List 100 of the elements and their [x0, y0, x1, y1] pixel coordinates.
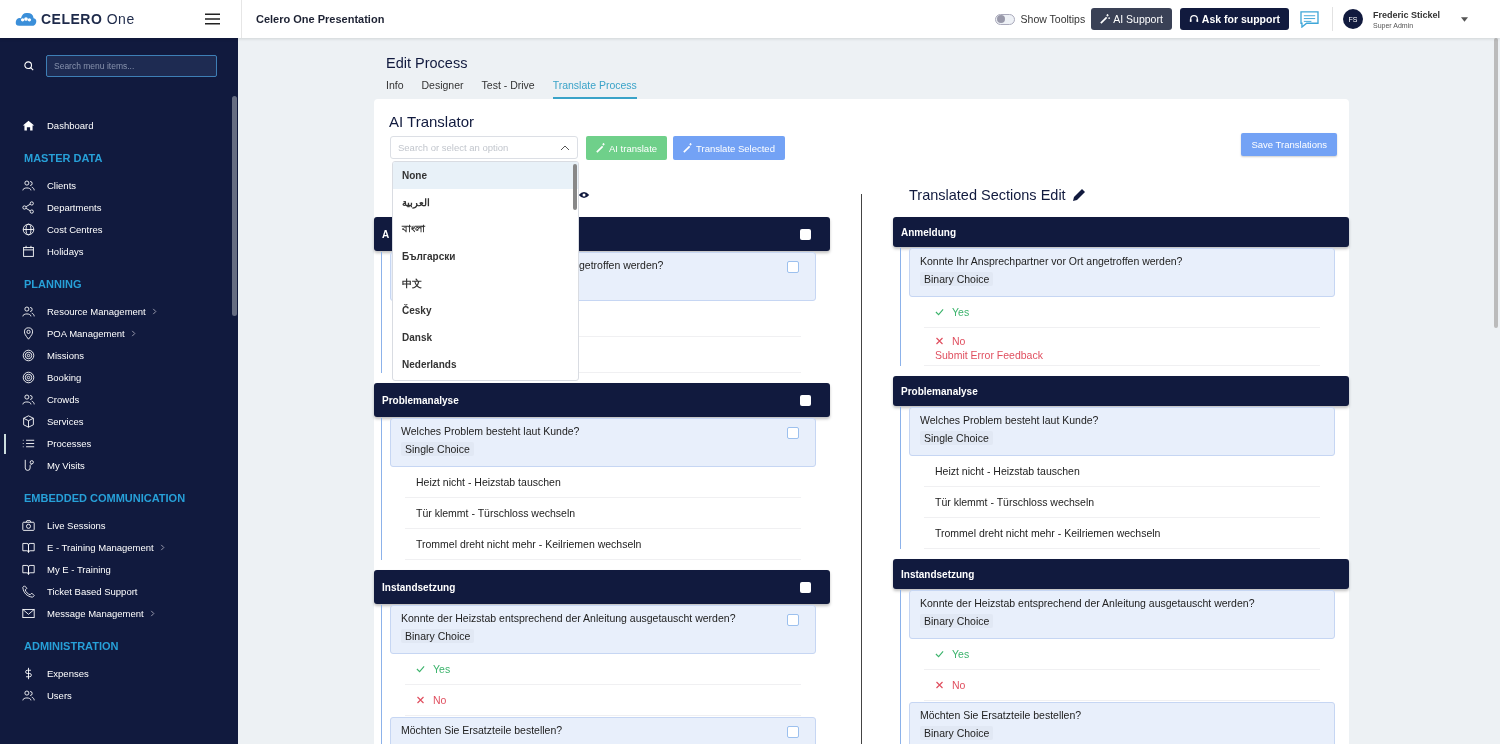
question-text: Möchten Sie Ersatzteile bestellen? [401, 724, 563, 736]
section-title: Problemanalyse [382, 394, 459, 406]
menu-search-field[interactable]: Search menu items... [46, 55, 217, 77]
error-feedback-link[interactable]: Submit Error Feedback [935, 349, 1043, 361]
chat-icon[interactable] [1300, 10, 1319, 28]
menu-item[interactable]: Booking [0, 366, 238, 388]
question-type-tag: Single Choice [401, 442, 474, 456]
language-option[interactable]: None [393, 162, 578, 189]
chevron-right-icon [130, 329, 136, 337]
box-icon [22, 414, 35, 428]
question-type-tag: Binary Choice [920, 614, 994, 628]
question-card[interactable]: Welches Problem besteht laut Kunde? Single Choice [390, 418, 816, 467]
question-card[interactable]: Welches Problem besteht laut Kunde? Single Choice [909, 407, 1335, 456]
section-header[interactable]: Problemanalyse [374, 383, 830, 417]
checkbox[interactable] [787, 427, 799, 439]
ai-support-button[interactable]: AI Support [1091, 8, 1172, 30]
calendar-icon [22, 244, 35, 258]
tab[interactable]: Test - Drive [481, 79, 535, 99]
menu-item[interactable]: Resource Management [0, 300, 238, 322]
section-header[interactable]: Anmeldung [893, 217, 1349, 247]
tooltips-toggle[interactable] [994, 13, 1015, 25]
answer-option: Yes [433, 663, 451, 675]
check-icon [935, 308, 944, 316]
menu-item[interactable]: Ticket Based Support [0, 580, 238, 602]
menu-item[interactable]: My Visits [0, 454, 238, 476]
menu-item[interactable]: Departments [0, 196, 238, 218]
section-header[interactable]: Problemanalyse [893, 376, 1349, 406]
users-icon [22, 178, 35, 192]
checkbox[interactable] [787, 614, 799, 626]
chevron-right-icon [149, 609, 155, 617]
menu-item[interactable]: Processes [0, 432, 238, 454]
menu-item[interactable]: Clients [0, 174, 238, 196]
checkbox[interactable] [800, 581, 811, 593]
answer-option: Tür klemmt - Türschloss wechseln [935, 496, 1095, 508]
dollar-icon [22, 666, 35, 680]
pin-icon [22, 326, 35, 340]
menu-item[interactable]: Missions [0, 344, 238, 366]
user-name: Frederic Stickel [1373, 9, 1442, 20]
eye-icon[interactable] [578, 190, 590, 199]
translator-title: AI Translator [389, 113, 476, 130]
menu-item[interactable]: Users [0, 684, 238, 706]
menu-item[interactable]: Message Management [0, 602, 238, 624]
menu-item[interactable]: POA Management [0, 322, 238, 344]
language-option[interactable]: Nederlands [393, 351, 578, 378]
globe-icon [22, 222, 35, 236]
caret-icon[interactable] [1461, 16, 1468, 22]
question-text: Möchten Sie Ersatzteile bestellen? [920, 709, 1082, 721]
language-option[interactable]: Dansk [393, 324, 578, 351]
answer-option: Yes [952, 306, 970, 318]
camera-icon [22, 518, 35, 532]
section-title: Instandsetzung [901, 568, 975, 580]
question-card[interactable]: Konnte der Heizstab entsprechend der Anleitung ausgetauscht werden? Binary Choice [909, 590, 1335, 639]
tab[interactable]: Info [386, 79, 404, 99]
target-icon [22, 370, 35, 384]
section-title: Anmeldung [901, 226, 956, 238]
menu-item[interactable]: Services [0, 410, 238, 432]
mail-icon [22, 606, 35, 620]
home-icon [22, 118, 35, 132]
tab[interactable]: Designer [421, 79, 464, 99]
menu-item[interactable]: Dashboard [0, 114, 238, 136]
section-title: Problemanalyse [901, 385, 978, 397]
chevron-right-icon [151, 307, 157, 315]
users-icon [22, 392, 35, 406]
menu-item[interactable]: My E - Training [0, 558, 238, 580]
menu-item[interactable]: Expenses [0, 662, 238, 684]
checkbox[interactable] [787, 726, 799, 738]
phone-icon [22, 584, 35, 598]
scrollbar[interactable] [232, 96, 237, 316]
question-type-tag: Binary Choice [920, 726, 994, 740]
question-card[interactable]: Möchten Sie Ersatzteile bestellen? Binary Choice [909, 702, 1335, 744]
question-card[interactable]: Konnte Ihr Ansprechpartner vor Ort angetroffen werden? Binary Choice [909, 248, 1335, 297]
checkbox[interactable] [800, 394, 811, 406]
question-text: Konnte der Heizstab entsprechend der Anleitung ausgetauscht werden? [401, 612, 736, 624]
menu-icon[interactable] [204, 13, 220, 25]
checkbox[interactable] [800, 228, 811, 240]
section-header[interactable]: Instandsetzung [374, 570, 830, 604]
checkbox[interactable] [787, 261, 799, 273]
search-icon [24, 61, 34, 71]
answer-option: Heizt nicht - Heizstab tauschen [416, 476, 561, 488]
close-icon [935, 337, 944, 345]
language-option[interactable]: العربية [393, 189, 578, 216]
share-icon [22, 200, 35, 214]
menu-item[interactable]: E - Training Management [0, 536, 238, 558]
question-type-tag: Binary Choice [920, 272, 994, 286]
ask-support-button[interactable]: Ask for support [1179, 8, 1289, 30]
menu-item[interactable]: Holidays [0, 240, 238, 262]
question-type-tag: Single Choice [920, 431, 993, 445]
language-option[interactable]: বাংলা [393, 216, 578, 243]
question-text: Konnte der Heizstab entsprechend der Anleitung ausgetauscht werden? [920, 597, 1255, 609]
question-card[interactable]: Möchten Sie Ersatzteile bestellen? [390, 717, 816, 744]
pencil-icon[interactable] [1071, 187, 1086, 202]
question-card[interactable]: Konnte der Heizstab entsprechend der Anleitung ausgetauscht werden? Binary Choice [390, 605, 816, 654]
menu-item[interactable]: Live Sessions [0, 514, 238, 536]
book-icon [22, 562, 35, 576]
section-header[interactable]: Instandsetzung [893, 559, 1349, 589]
close-icon [935, 681, 944, 689]
menu-item[interactable]: Crowds [0, 388, 238, 410]
page-title: Edit Process [386, 55, 469, 71]
language-option[interactable]: 中文 [393, 270, 578, 297]
menu-item[interactable]: Cost Centres [0, 218, 238, 240]
